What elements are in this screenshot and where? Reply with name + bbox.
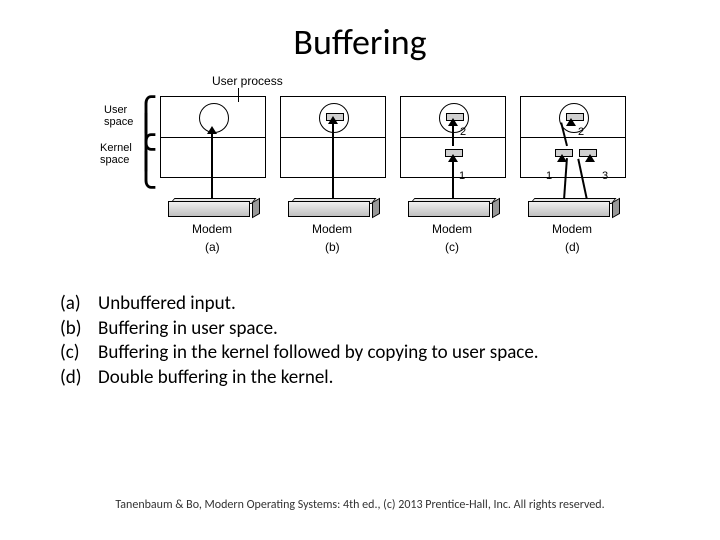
- footer-attribution: Tanenbaum & Bo, Modern Operating Systems…: [0, 498, 720, 512]
- panel-c-modem-label: Modem: [432, 222, 472, 236]
- page-title: Buffering: [0, 0, 720, 72]
- panel-c-num1: 1: [459, 170, 465, 182]
- brace-kernel-bot: ⎩: [134, 154, 158, 186]
- user-space-label: User space: [104, 104, 133, 128]
- panel-c-arrow1-shaft: [452, 158, 454, 200]
- panel-d-num2: 2: [578, 126, 584, 138]
- panel-c-letter: (c): [445, 240, 459, 254]
- panel-d-num1: 1: [546, 170, 552, 182]
- kernel-space-label: Kernel space: [100, 142, 132, 166]
- user-process-label: User process: [212, 74, 283, 88]
- caption-key-a: (a): [60, 292, 98, 317]
- panel-c-modem: [408, 198, 494, 218]
- panel-a-divider: [161, 137, 265, 138]
- panel-a-modem-label: Modem: [192, 222, 232, 236]
- panel-a-modem: [168, 198, 254, 218]
- panel-a: [160, 96, 266, 178]
- panel-c-num2: 2: [460, 126, 466, 138]
- caption-text-a: Unbuffered input.: [98, 292, 236, 317]
- panel-c-arrow2-head: [448, 118, 458, 126]
- caption-list: (a) Unbuffered input. (b) Buffering in u…: [60, 292, 680, 391]
- panel-d-divider: [521, 137, 625, 138]
- caption-key-b: (b): [60, 317, 98, 342]
- panel-b-modem-label: Modem: [312, 222, 352, 236]
- panel-b-letter: (b): [325, 240, 340, 254]
- panel-d-letter: (d): [565, 240, 580, 254]
- panel-d-modem: [528, 198, 614, 218]
- panel-d-arrow2-head: [566, 118, 576, 126]
- panel-a-letter: (a): [205, 240, 220, 254]
- panel-b-arrow-shaft: [332, 120, 334, 200]
- caption-key-d: (d): [60, 366, 98, 391]
- panel-a-arrow-head: [207, 126, 217, 134]
- caption-text-d: Double buffering in the kernel.: [98, 366, 333, 391]
- panel-b-arrow-head: [328, 116, 338, 124]
- caption-row-c: (c) Buffering in the kernel followed by …: [60, 341, 680, 366]
- panel-b-modem: [288, 198, 374, 218]
- caption-key-c: (c): [60, 341, 98, 366]
- buffering-diagram: User process User space ⎧ ⎩ Kernel space…: [80, 72, 640, 272]
- panel-c-arrow1-head: [448, 154, 458, 162]
- panel-d-modem-label: Modem: [552, 222, 592, 236]
- panel-d-arrow1-head: [557, 154, 567, 162]
- panel-d-num3: 3: [602, 170, 608, 182]
- user-process-pointer: [238, 88, 239, 102]
- caption-row-d: (d) Double buffering in the kernel.: [60, 366, 680, 391]
- panel-a-arrow-shaft: [211, 130, 213, 200]
- caption-text-c: Buffering in the kernel followed by copy…: [98, 341, 539, 366]
- caption-text-b: Buffering in user space.: [98, 317, 278, 342]
- panel-d: [520, 96, 626, 178]
- caption-row-b: (b) Buffering in user space.: [60, 317, 680, 342]
- panel-d-arrow3-head: [585, 154, 595, 162]
- caption-row-a: (a) Unbuffered input.: [60, 292, 680, 317]
